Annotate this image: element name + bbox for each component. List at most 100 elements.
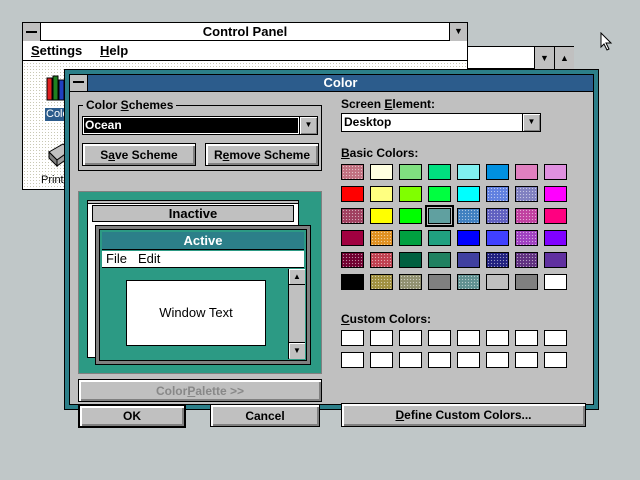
basic-color-swatch[interactable] [486,230,509,246]
basic-color-swatch[interactable] [515,164,538,180]
ok-button[interactable]: OK [78,404,186,428]
basic-color-swatch[interactable] [486,274,509,290]
basic-color-swatch[interactable] [544,208,567,224]
basic-color-swatch[interactable] [457,208,480,224]
scheme-preview[interactable]: Inactive Active File Edit Window Text ▲ … [78,191,322,374]
basic-color-swatch[interactable] [341,186,364,202]
custom-color-swatch[interactable] [428,330,451,346]
basic-color-swatch[interactable] [370,252,393,268]
custom-color-swatch[interactable] [544,330,567,346]
save-scheme-button[interactable]: Sa ve Scheme [82,143,196,166]
color-dialog: Color Color Schemes Ocean ▼ Sa ve Scheme … [64,69,599,428]
cancel-button[interactable]: Cancel [210,404,320,427]
custom-color-swatch[interactable] [428,352,451,368]
basic-color-swatch[interactable] [370,274,393,290]
basic-color-swatch[interactable] [370,164,393,180]
color-dialog-titlebar[interactable]: Color [69,74,594,92]
basic-color-swatch[interactable] [457,186,480,202]
basic-color-swatch[interactable] [428,274,451,290]
basic-color-swatch[interactable] [370,230,393,246]
chevron-down-icon[interactable]: ▼ [299,117,317,134]
custom-color-swatch[interactable] [341,352,364,368]
basic-color-swatch[interactable] [341,252,364,268]
maximize-button[interactable]: ▲ [554,47,574,69]
basic-color-swatch[interactable] [515,274,538,290]
preview-scrollbar: ▲ ▼ [288,269,305,359]
color-palette-button[interactable]: Color Palette >> [78,379,322,402]
basic-color-swatch[interactable] [486,252,509,268]
basic-color-swatch[interactable] [486,186,509,202]
minimize-button[interactable]: ▼ [534,47,554,69]
custom-color-swatch[interactable] [457,352,480,368]
scroll-up-icon: ▲ [289,269,305,285]
basic-color-swatch[interactable] [399,186,422,202]
custom-color-swatch[interactable] [544,352,567,368]
basic-color-swatch[interactable] [370,208,393,224]
custom-color-swatch[interactable] [457,330,480,346]
minimize-button[interactable]: ▼ [449,23,467,41]
basic-color-swatch[interactable] [544,274,567,290]
basic-color-swatch[interactable] [341,164,364,180]
basic-color-swatch[interactable] [428,252,451,268]
basic-color-swatch[interactable] [341,208,364,224]
color-scheme-value: Ocean [85,118,122,132]
custom-color-swatch[interactable] [399,330,422,346]
minimize-icon: ▼ [540,53,549,63]
control-panel-titlebar[interactable]: Control Panel ▼ [23,23,467,41]
custom-color-swatch[interactable] [341,330,364,346]
system-menu-button[interactable] [70,75,88,91]
basic-color-swatch[interactable] [544,164,567,180]
preview-active-window: Active File Edit Window Text ▲ ▼ [99,229,307,361]
basic-color-swatch[interactable] [399,164,422,180]
maximize-icon: ▲ [560,53,569,63]
basic-color-swatch[interactable] [457,274,480,290]
basic-color-swatch[interactable] [486,208,509,224]
window-title: Control Panel [202,24,288,39]
basic-color-swatch[interactable] [428,164,451,180]
basic-color-swatch[interactable] [341,274,364,290]
define-custom-colors-button[interactable]: Define Custom Colors... [341,403,586,427]
remove-scheme-button[interactable]: Re move Scheme [205,143,319,166]
basic-color-swatch[interactable] [515,252,538,268]
basic-color-swatch[interactable] [544,230,567,246]
basic-color-swatch[interactable] [515,186,538,202]
basic-color-swatch[interactable] [457,252,480,268]
custom-color-swatch[interactable] [515,352,538,368]
basic-color-swatch[interactable] [544,252,567,268]
chevron-down-icon[interactable]: ▼ [522,114,540,131]
custom-color-swatch[interactable] [399,352,422,368]
basic-color-swatch[interactable] [457,164,480,180]
basic-color-swatch[interactable] [425,205,454,227]
menu-help[interactable]: Help [100,43,128,59]
custom-colors-label: Custom Colors: [341,312,432,326]
custom-color-swatch[interactable] [486,330,509,346]
basic-color-swatch[interactable] [399,208,422,224]
basic-colors-label: Basic Colors: [341,146,419,160]
custom-color-swatch[interactable] [515,330,538,346]
background-window: ▼ ▲ [468,46,574,70]
menu-settings[interactable]: Settings [31,43,82,59]
basic-color-swatch[interactable] [341,230,364,246]
basic-color-swatch[interactable] [370,186,393,202]
color-dialog-client: Color Schemes Ocean ▼ Sa ve Scheme Re move… [69,92,594,428]
menu-bar: Settings Help [23,42,467,61]
basic-color-swatch[interactable] [515,208,538,224]
basic-color-swatch[interactable] [399,274,422,290]
system-menu-button[interactable] [23,23,41,41]
basic-color-swatch[interactable] [399,230,422,246]
custom-color-swatch[interactable] [370,330,393,346]
basic-color-swatch[interactable] [428,186,451,202]
custom-color-swatch[interactable] [486,352,509,368]
basic-color-swatch[interactable] [457,230,480,246]
basic-color-swatch[interactable] [486,164,509,180]
basic-color-swatch[interactable] [399,252,422,268]
color-schemes-dropdown[interactable]: Ocean ▼ [82,116,318,135]
basic-color-swatch[interactable] [428,230,451,246]
basic-color-swatch[interactable] [544,186,567,202]
basic-color-swatch[interactable] [515,230,538,246]
preview-menu-file: File [106,251,127,266]
screen-element-label: Screen Element: [341,97,436,111]
screen-element-dropdown[interactable]: Desktop ▼ [341,113,541,132]
custom-color-swatch[interactable] [370,352,393,368]
color-schemes-group: Color Schemes Ocean ▼ Sa ve Scheme Re move… [78,98,322,171]
